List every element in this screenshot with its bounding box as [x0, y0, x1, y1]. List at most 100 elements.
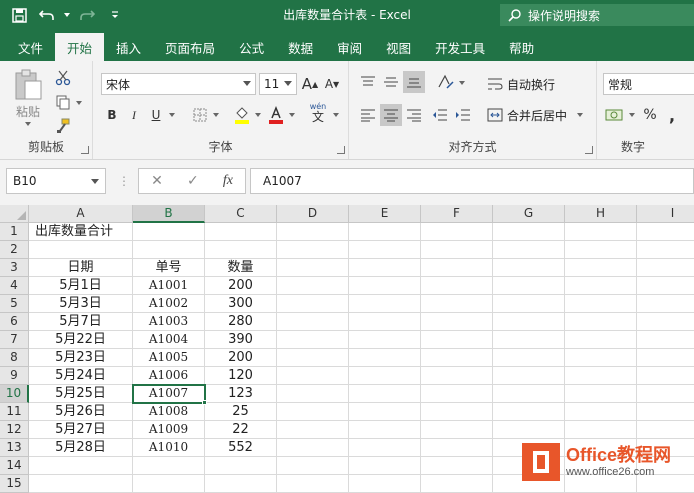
borders-button[interactable] — [189, 104, 211, 126]
borders-dropdown-icon[interactable] — [213, 113, 219, 117]
cell-a12[interactable]: 5月27日 — [29, 421, 133, 439]
cell-a1[interactable]: 出库数量合计 — [29, 223, 133, 241]
formula-input[interactable]: A1007 — [250, 168, 694, 194]
number-format-select[interactable]: 常规 — [603, 73, 694, 95]
cell-i11[interactable] — [637, 403, 694, 421]
column-header-a[interactable]: A — [29, 205, 133, 223]
row-header[interactable]: 7 — [0, 331, 29, 349]
cell-c12[interactable]: 22 — [205, 421, 277, 439]
cell-c5[interactable]: 300 — [205, 295, 277, 313]
cell-a7[interactable]: 5月22日 — [29, 331, 133, 349]
alignment-launcher-icon[interactable] — [585, 146, 593, 154]
tab-review[interactable]: 审阅 — [325, 33, 374, 61]
cell-h3[interactable] — [565, 259, 637, 277]
confirm-entry-icon[interactable]: ✓ — [187, 173, 199, 189]
fill-color-dropdown-icon[interactable] — [255, 113, 261, 117]
cell-g6[interactable] — [493, 313, 565, 331]
cell-g10[interactable] — [493, 385, 565, 403]
cell-e4[interactable] — [349, 277, 421, 295]
insert-function-button[interactable]: fx — [223, 173, 233, 189]
cell-e12[interactable] — [349, 421, 421, 439]
cell-b11[interactable]: A1008 — [133, 403, 205, 421]
cell-f10[interactable] — [421, 385, 493, 403]
cell-g5[interactable] — [493, 295, 565, 313]
tab-data[interactable]: 数据 — [276, 33, 325, 61]
cell-c6[interactable]: 280 — [205, 313, 277, 331]
cell-g12[interactable] — [493, 421, 565, 439]
cell-c14[interactable] — [205, 457, 277, 475]
accounting-dropdown-icon[interactable] — [629, 113, 635, 117]
clipboard-launcher-icon[interactable] — [81, 146, 89, 154]
align-center-button[interactable] — [380, 104, 402, 126]
cell-e10[interactable] — [349, 385, 421, 403]
percent-button[interactable]: % — [639, 104, 661, 126]
cell-f3[interactable] — [421, 259, 493, 277]
cell-d11[interactable] — [277, 403, 349, 421]
cell-b5[interactable]: A1002 — [133, 295, 205, 313]
align-top-button[interactable] — [357, 71, 379, 93]
orientation-dropdown-icon[interactable] — [459, 81, 465, 85]
tell-me-search[interactable]: 操作说明搜索 — [500, 4, 694, 26]
cell-f11[interactable] — [421, 403, 493, 421]
cell-f4[interactable] — [421, 277, 493, 295]
cell-c4[interactable]: 200 — [205, 277, 277, 295]
cell-a8[interactable]: 5月23日 — [29, 349, 133, 367]
cell-d1[interactable] — [277, 223, 349, 241]
cell-e7[interactable] — [349, 331, 421, 349]
cell-f15[interactable] — [421, 475, 493, 493]
phonetic-dropdown-icon[interactable] — [333, 113, 339, 117]
cell-e8[interactable] — [349, 349, 421, 367]
cell-f13[interactable] — [421, 439, 493, 457]
cell-i12[interactable] — [637, 421, 694, 439]
cell-a13[interactable]: 5月28日 — [29, 439, 133, 457]
font-size-select[interactable]: 11 — [259, 73, 297, 95]
tab-view[interactable]: 视图 — [374, 33, 423, 61]
row-header[interactable]: 12 — [0, 421, 29, 439]
name-box[interactable]: B10 — [6, 168, 106, 194]
tab-insert[interactable]: 插入 — [104, 33, 153, 61]
save-button[interactable] — [8, 4, 30, 26]
cell-c2[interactable] — [205, 241, 277, 259]
cell-d10[interactable] — [277, 385, 349, 403]
cell-e3[interactable] — [349, 259, 421, 277]
cell-a2[interactable] — [29, 241, 133, 259]
cell-f9[interactable] — [421, 367, 493, 385]
row-header[interactable]: 2 — [0, 241, 29, 259]
cell-g11[interactable] — [493, 403, 565, 421]
cell-h4[interactable] — [565, 277, 637, 295]
cell-e6[interactable] — [349, 313, 421, 331]
cell-h9[interactable] — [565, 367, 637, 385]
merge-dropdown-icon[interactable] — [577, 113, 584, 117]
select-all-button[interactable] — [0, 205, 29, 223]
cut-button[interactable] — [52, 67, 74, 89]
cell-d5[interactable] — [277, 295, 349, 313]
customize-qat-button[interactable] — [104, 4, 126, 26]
formula-bar-splitter[interactable]: ⋮ — [118, 174, 130, 188]
row-header[interactable]: 9 — [0, 367, 29, 385]
italic-button[interactable]: I — [123, 104, 145, 126]
undo-dropdown-icon[interactable] — [64, 13, 70, 17]
align-left-button[interactable] — [357, 104, 379, 126]
underline-dropdown-icon[interactable] — [169, 113, 175, 117]
column-header-f[interactable]: F — [421, 205, 493, 223]
cell-g8[interactable] — [493, 349, 565, 367]
cell-a11[interactable]: 5月26日 — [29, 403, 133, 421]
cell-e9[interactable] — [349, 367, 421, 385]
cell-a14[interactable] — [29, 457, 133, 475]
cell-e11[interactable] — [349, 403, 421, 421]
accounting-format-button[interactable] — [603, 104, 625, 126]
cell-g3[interactable] — [493, 259, 565, 277]
column-header-d[interactable]: D — [277, 205, 349, 223]
cell-h10[interactable] — [565, 385, 637, 403]
cell-g4[interactable] — [493, 277, 565, 295]
tab-formulas[interactable]: 公式 — [227, 33, 276, 61]
cell-a4[interactable]: 5月1日 — [29, 277, 133, 295]
cell-f6[interactable] — [421, 313, 493, 331]
cell-c10[interactable]: 123 — [205, 385, 277, 403]
row-header[interactable]: 13 — [0, 439, 29, 457]
cell-a3[interactable]: 日期 — [29, 259, 133, 277]
cell-b8[interactable]: A1005 — [133, 349, 205, 367]
row-header[interactable]: 1 — [0, 223, 29, 241]
align-right-button[interactable] — [403, 104, 425, 126]
font-launcher-icon[interactable] — [337, 146, 345, 154]
